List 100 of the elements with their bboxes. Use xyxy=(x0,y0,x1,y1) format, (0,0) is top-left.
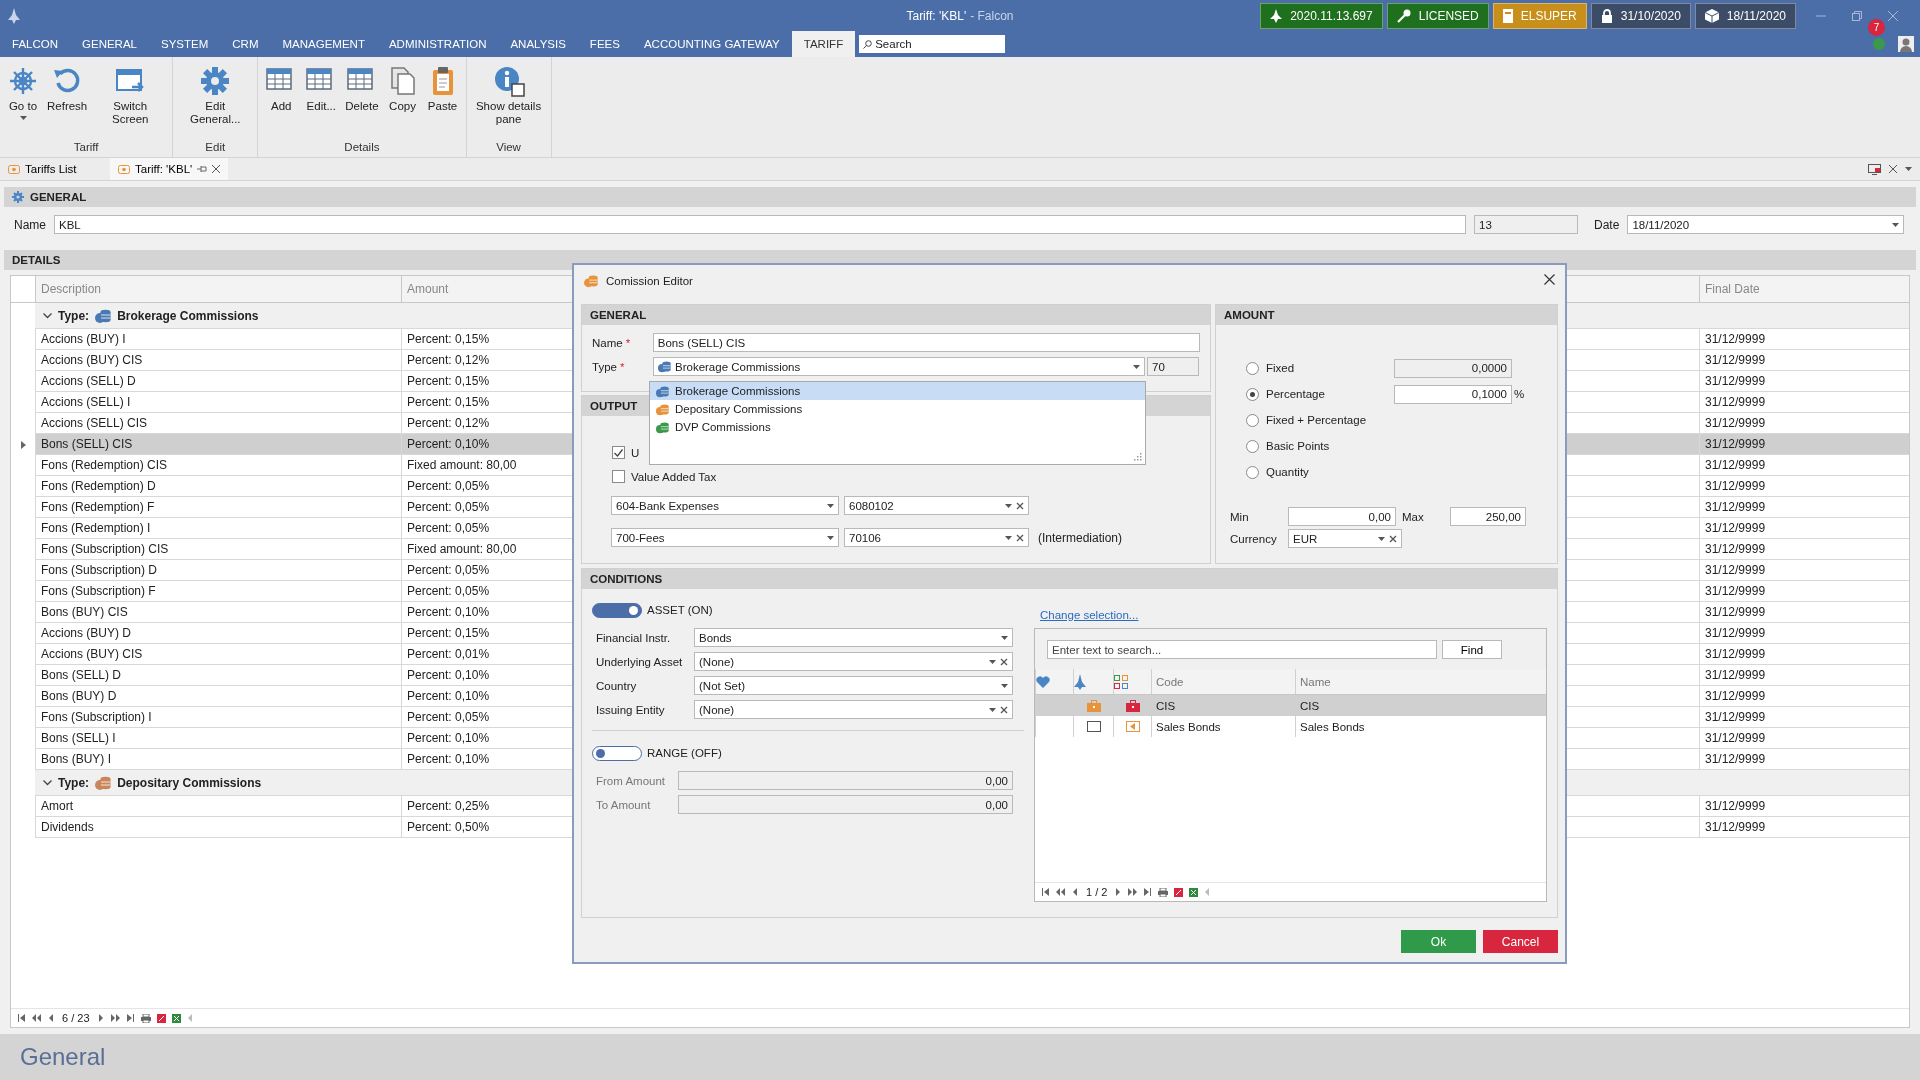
grid-row[interactable]: CIS CIS xyxy=(1035,695,1546,716)
chevron-down-icon[interactable] xyxy=(43,779,52,786)
amount-field[interactable]: 0,00 xyxy=(678,771,1013,790)
last-page-icon[interactable] xyxy=(1143,888,1153,896)
caret-icon[interactable] xyxy=(1005,535,1012,540)
checkbox[interactable] xyxy=(612,446,625,459)
menu-tab[interactable]: ACCOUNTING GATEWAY xyxy=(631,31,792,57)
menu-tab[interactable]: SYSTEM xyxy=(149,31,221,57)
last-page-icon[interactable] xyxy=(125,1014,135,1022)
menu-tab[interactable]: FEES xyxy=(577,31,632,57)
next-block-icon[interactable] xyxy=(1128,888,1138,896)
column-header[interactable]: Name xyxy=(1295,669,1546,694)
radio-button[interactable] xyxy=(1246,361,1259,375)
spreadsheet-icon[interactable] xyxy=(1189,887,1199,897)
clear-icon[interactable] xyxy=(1000,705,1008,714)
filter-dropdown[interactable]: Bonds xyxy=(694,628,1013,647)
avatar-icon[interactable] xyxy=(1898,36,1914,52)
ribbon-button[interactable]: Switch Screen xyxy=(92,65,169,141)
previous-block-icon[interactable] xyxy=(1056,888,1065,896)
find-button[interactable]: Find xyxy=(1442,640,1502,659)
name-field[interactable]: KBL xyxy=(54,215,1466,234)
caret-icon[interactable] xyxy=(827,535,834,540)
filter-dropdown[interactable]: (None) xyxy=(694,700,1013,719)
caret-icon[interactable] xyxy=(1905,167,1912,171)
menu-tab[interactable]: TARIFF xyxy=(791,31,856,57)
print-icon[interactable] xyxy=(1158,887,1169,897)
ribbon-button[interactable]: Show details pane xyxy=(470,65,547,141)
search-field[interactable]: Enter text to search... xyxy=(1047,640,1437,659)
amount-value-field[interactable]: 0,1000 xyxy=(1394,384,1512,404)
menu-tab[interactable]: ADMINISTRATION xyxy=(376,31,499,57)
ribbon-button[interactable]: Paste xyxy=(423,65,462,141)
first-page-icon[interactable] xyxy=(17,1014,26,1022)
toggle-switch[interactable] xyxy=(592,602,642,618)
menu-tab[interactable]: GENERAL xyxy=(70,31,149,57)
previous-page-icon[interactable] xyxy=(1071,888,1080,896)
next-block-icon[interactable] xyxy=(110,1014,120,1022)
clear-icon[interactable] xyxy=(1389,534,1397,543)
account-dropdown[interactable]: 700-Fees xyxy=(611,528,839,547)
code-field[interactable]: 70 xyxy=(1147,357,1199,376)
pdf-icon[interactable] xyxy=(1174,887,1184,897)
filter-dropdown[interactable]: (None) xyxy=(694,652,1013,671)
radio-button[interactable] xyxy=(1246,465,1259,479)
caret-icon[interactable] xyxy=(1001,635,1008,640)
subaccount-dropdown[interactable]: 6080102 xyxy=(844,496,1029,515)
menu-tab[interactable]: CRM xyxy=(220,31,271,57)
name-field[interactable]: Bons (SELL) CIS xyxy=(652,333,1200,352)
filter-dropdown[interactable]: (Not Set) xyxy=(694,676,1013,695)
caret-icon[interactable] xyxy=(1892,222,1900,227)
print-icon[interactable] xyxy=(140,1013,151,1023)
caret-icon[interactable] xyxy=(1005,503,1012,508)
ribbon-button[interactable]: Delete xyxy=(342,65,382,141)
max-field[interactable]: 250,00 xyxy=(1450,507,1526,526)
monitor-icon[interactable] xyxy=(1868,163,1881,175)
code-field[interactable]: 13 xyxy=(1474,215,1578,234)
ribbon-button[interactable]: Go to xyxy=(4,65,42,141)
amount-field[interactable]: 0,00 xyxy=(678,795,1013,814)
document-tab[interactable]: Tariffs List xyxy=(0,158,110,180)
ribbon-button[interactable]: Edit... xyxy=(302,65,341,141)
caret-icon[interactable] xyxy=(1133,364,1140,369)
currency-dropdown[interactable]: EUR xyxy=(1288,529,1402,548)
grid-row[interactable]: Sales Bonds Sales Bonds xyxy=(1035,716,1546,737)
spreadsheet-icon[interactable] xyxy=(171,1013,181,1023)
pin-icon[interactable] xyxy=(197,165,208,173)
document-tab[interactable]: Tariff: 'KBL' xyxy=(110,158,229,180)
radio-button[interactable] xyxy=(1246,387,1259,401)
restore-icon[interactable] xyxy=(1852,10,1862,21)
min-field[interactable]: 0,00 xyxy=(1288,507,1396,526)
resize-grip-icon[interactable] xyxy=(1134,453,1142,461)
ok-button[interactable]: Ok xyxy=(1401,930,1476,953)
caret-icon[interactable] xyxy=(1001,683,1008,688)
date-field[interactable]: 18/11/2020 xyxy=(1627,215,1905,234)
change-selection-link[interactable]: Change selection... xyxy=(1040,609,1139,621)
close-icon[interactable] xyxy=(212,165,221,173)
subaccount-dropdown[interactable]: 70106 xyxy=(844,528,1029,547)
dropdown-option[interactable]: Brokerage Commissions xyxy=(650,382,1145,400)
caret-icon[interactable] xyxy=(1378,536,1385,541)
first-page-icon[interactable] xyxy=(1041,888,1050,896)
ribbon-button[interactable]: Refresh xyxy=(44,65,91,141)
checkbox[interactable] xyxy=(612,470,625,483)
menu-tab[interactable]: FALCON xyxy=(0,31,70,57)
ribbon-button[interactable]: Copy xyxy=(383,65,422,141)
type-dropdown[interactable]: Brokerage Commissions xyxy=(653,357,1145,376)
chevron-down-icon[interactable] xyxy=(43,312,52,319)
clear-icon[interactable] xyxy=(1000,657,1008,666)
radio-button[interactable] xyxy=(1246,439,1259,453)
caret-icon[interactable] xyxy=(989,659,996,664)
previous-block-icon[interactable] xyxy=(32,1014,41,1022)
caret-icon[interactable] xyxy=(989,707,996,712)
ribbon-button[interactable]: Edit General... xyxy=(177,65,254,141)
close-icon[interactable] xyxy=(1889,165,1897,173)
ribbon-button[interactable]: Add xyxy=(262,65,301,141)
column-header[interactable]: Code xyxy=(1151,669,1295,694)
previous-page-icon[interactable] xyxy=(47,1014,56,1022)
clear-icon[interactable] xyxy=(1016,533,1024,542)
toggle-switch[interactable] xyxy=(592,745,642,761)
caret-icon[interactable] xyxy=(827,503,834,508)
amount-value-field[interactable]: 0,0000 xyxy=(1394,358,1512,378)
dropdown-caret-icon[interactable] xyxy=(19,115,27,120)
pdf-icon[interactable] xyxy=(156,1013,166,1023)
cancel-button[interactable]: Cancel xyxy=(1483,930,1558,953)
